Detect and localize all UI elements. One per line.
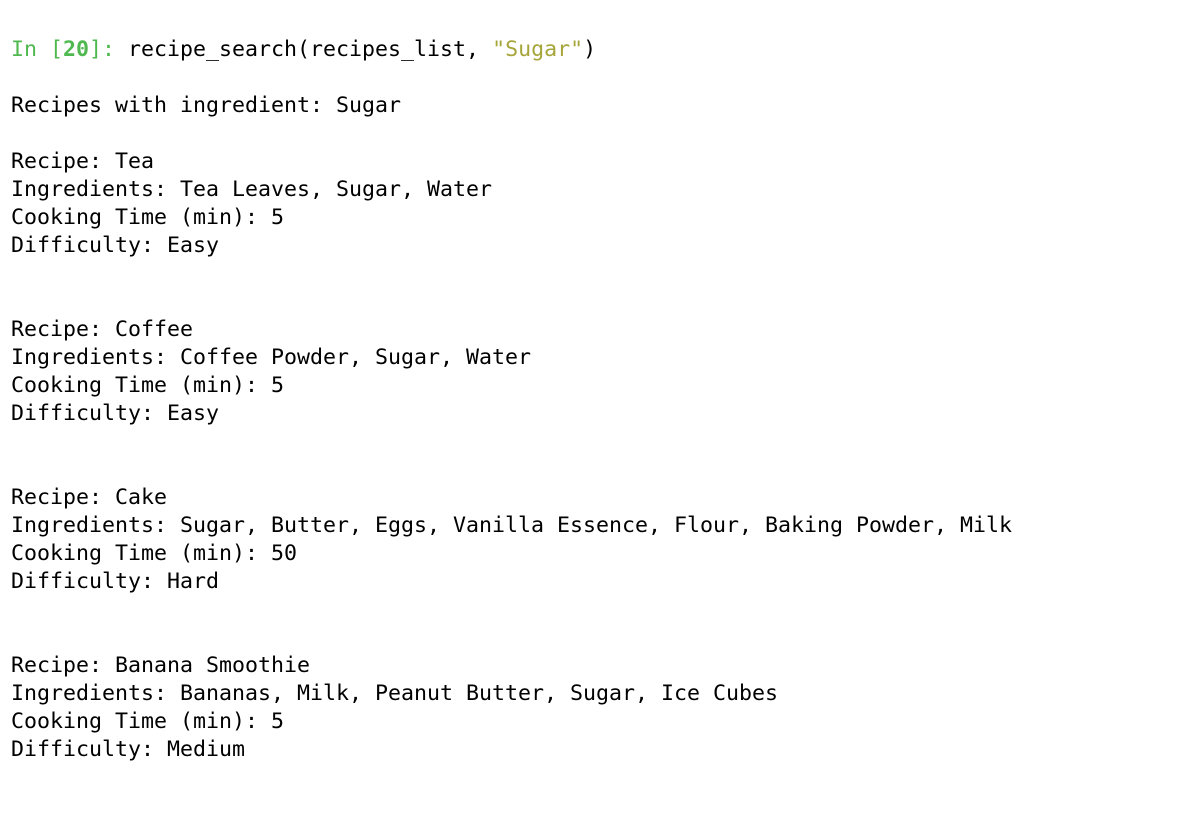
input-line[interactable]: In [20]: recipe_search(recipes_list, "Su… xyxy=(11,36,1191,64)
recipe-ingredients: Ingredients: Bananas, Milk, Peanut Butte… xyxy=(11,681,779,706)
code-function-call: recipe_search(recipes_list, xyxy=(128,37,493,62)
recipe-cooking-time: Cooking Time (min): 5 xyxy=(11,205,285,230)
recipe-difficulty: Difficulty: Medium xyxy=(11,737,246,762)
recipe-name: Recipe: Tea xyxy=(11,149,155,174)
recipe-ingredients: Ingredients: Coffee Powder, Sugar, Water xyxy=(11,345,532,370)
recipe-name: Recipe: Banana Smoothie xyxy=(11,653,311,678)
recipe-difficulty: Difficulty: Easy xyxy=(11,401,220,426)
recipe-block-tea: Recipe: Tea Ingredients: Tea Leaves, Sug… xyxy=(11,148,1191,260)
recipe-cooking-time: Cooking Time (min): 5 xyxy=(11,709,285,734)
recipe-block-cake: Recipe: Cake Ingredients: Sugar, Butter,… xyxy=(11,484,1191,596)
recipe-ingredients: Ingredients: Sugar, Butter, Eggs, Vanill… xyxy=(11,513,1013,538)
code-close-paren: ) xyxy=(583,37,597,62)
output-header: Recipes with ingredient: Sugar xyxy=(11,93,402,118)
recipe-name: Recipe: Coffee xyxy=(11,317,194,342)
recipe-difficulty: Difficulty: Easy xyxy=(11,233,220,258)
input-prompt-suffix: ]: xyxy=(89,37,129,62)
recipe-cooking-time: Cooking Time (min): 5 xyxy=(11,373,285,398)
input-prompt-prefix: In [ xyxy=(11,37,64,62)
ipython-console: In [20]: recipe_search(recipes_list, "Su… xyxy=(11,36,1191,764)
recipe-block-banana-smoothie: Recipe: Banana Smoothie Ingredients: Ban… xyxy=(11,652,1191,764)
recipe-block-coffee: Recipe: Coffee Ingredients: Coffee Powde… xyxy=(11,316,1191,428)
recipe-difficulty: Difficulty: Hard xyxy=(11,569,220,594)
recipe-name: Recipe: Cake xyxy=(11,485,168,510)
recipe-cooking-time: Cooking Time (min): 50 xyxy=(11,541,298,566)
execution-count: 20 xyxy=(63,37,90,62)
code-string-argument: "Sugar" xyxy=(492,37,584,62)
recipe-ingredients: Ingredients: Tea Leaves, Sugar, Water xyxy=(11,177,493,202)
